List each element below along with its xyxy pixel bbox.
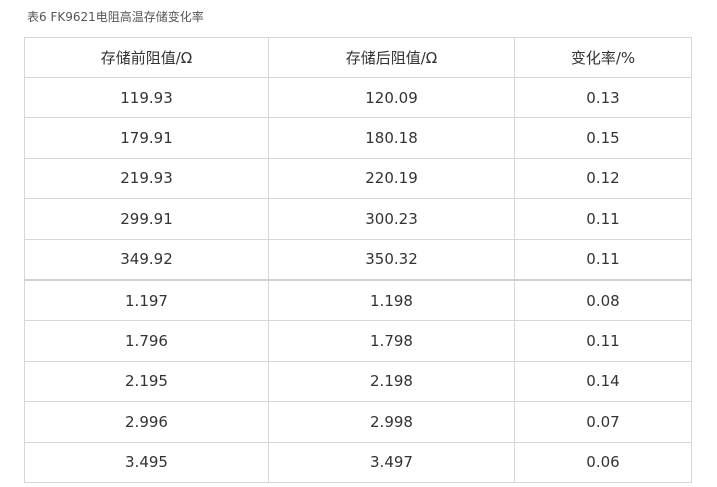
table-row: 119.93 120.09 0.13 [24,76,692,119]
cell-rate: 0.11 [514,198,692,240]
table-caption: 表6 FK9621电阻高温存储变化率 [27,10,204,24]
table-row: 1.796 1.798 0.11 [24,320,692,362]
cell-after: 3.497 [268,441,515,483]
cell-rate: 0.13 [514,76,692,119]
header-before-resistance: 存储前阻值/Ω [24,37,269,78]
table-row: 299.91 300.23 0.11 [24,198,692,240]
resistance-storage-table: 存储前阻值/Ω 存储后阻值/Ω 变化率/% 119.93 120.09 0.13… [24,37,692,483]
cell-rate: 0.06 [514,441,692,483]
cell-after: 1.198 [268,278,515,322]
cell-before: 2.195 [24,360,269,403]
cell-rate: 0.12 [514,157,692,200]
cell-before: 349.92 [24,238,269,281]
cell-rate: 0.15 [514,117,692,159]
cell-rate: 0.11 [514,238,692,281]
cell-before: 3.495 [24,441,269,483]
cell-before: 219.93 [24,157,269,200]
cell-after: 220.19 [268,157,515,200]
table-row: 1.197 1.198 0.08 [24,278,692,322]
header-after-resistance: 存储后阻值/Ω [268,37,515,78]
table-header-row: 存储前阻值/Ω 存储后阻值/Ω 变化率/% [24,37,692,78]
cell-after: 120.09 [268,76,515,119]
header-change-rate: 变化率/% [514,37,692,78]
table-row: 2.195 2.198 0.14 [24,360,692,403]
table-row: 2.996 2.998 0.07 [24,401,692,443]
cell-before: 119.93 [24,76,269,119]
cell-rate: 0.11 [514,320,692,362]
cell-before: 179.91 [24,117,269,159]
cell-before: 299.91 [24,198,269,240]
table-row: 3.495 3.497 0.06 [24,441,692,483]
cell-after: 350.32 [268,238,515,281]
cell-rate: 0.07 [514,401,692,443]
cell-rate: 0.14 [514,360,692,403]
table-row: 179.91 180.18 0.15 [24,117,692,159]
cell-before: 1.796 [24,320,269,362]
table-row: 349.92 350.32 0.11 [24,238,692,281]
table-row: 219.93 220.19 0.12 [24,157,692,200]
cell-rate: 0.08 [514,278,692,322]
cell-after: 1.798 [268,320,515,362]
cell-after: 2.998 [268,401,515,443]
cell-after: 300.23 [268,198,515,240]
cell-before: 1.197 [24,278,269,322]
cell-before: 2.996 [24,401,269,443]
data-table-container: 存储前阻值/Ω 存储后阻值/Ω 变化率/% 119.93 120.09 0.13… [24,37,692,483]
cell-after: 2.198 [268,360,515,403]
cell-after: 180.18 [268,117,515,159]
